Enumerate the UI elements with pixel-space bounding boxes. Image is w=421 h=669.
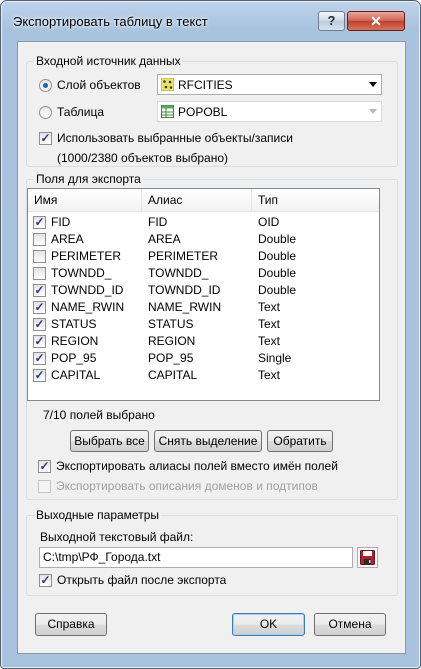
field-name-cell: FID bbox=[51, 215, 71, 229]
use-selected-checkbox[interactable]: ✓ bbox=[39, 132, 52, 145]
layer-radio[interactable] bbox=[39, 79, 52, 92]
field-name-cell: PERIMETER bbox=[51, 249, 122, 263]
field-checkbox[interactable]: ✓ bbox=[33, 318, 46, 331]
field-name-cell: REGION bbox=[51, 334, 99, 348]
field-alias-cell: PERIMETER bbox=[148, 249, 219, 263]
ok-button[interactable]: OK bbox=[232, 613, 305, 636]
open-after-export-label: Открыть файл после экспорта bbox=[57, 573, 227, 587]
field-checkbox[interactable] bbox=[33, 250, 46, 263]
layer-radio-label: Слой объектов bbox=[57, 78, 141, 92]
table-row[interactable]: AREA AREA Double bbox=[28, 231, 379, 248]
table-row[interactable]: ✓ REGION REGION Text bbox=[28, 333, 379, 350]
title-bar[interactable]: Экспортировать таблицу в текст ? ✕ bbox=[1, 1, 420, 41]
field-name-cell: NAME_RWIN bbox=[51, 300, 125, 314]
dialog-body: Входной источник данных Слой объектов RF… bbox=[17, 41, 406, 654]
field-type-cell: Text bbox=[258, 334, 281, 348]
help-title-button[interactable]: ? bbox=[318, 11, 345, 31]
field-type-cell: Double bbox=[258, 266, 297, 280]
table-row[interactable]: ✓ CAPITAL CAPITAL Text bbox=[28, 367, 379, 384]
dialog-window: Экспортировать таблицу в текст ? ✕ Входн… bbox=[0, 0, 421, 669]
save-file-button[interactable] bbox=[357, 547, 378, 568]
table-radio[interactable] bbox=[39, 106, 52, 119]
table-row[interactable]: PERIMETER PERIMETER Double bbox=[28, 248, 379, 265]
field-checkbox[interactable]: ✓ bbox=[33, 369, 46, 382]
cancel-button[interactable]: Отмена bbox=[314, 613, 386, 636]
table-radio-label: Таблица bbox=[57, 105, 105, 119]
fields-list-header: Имя Алиас Тип bbox=[28, 189, 379, 212]
table-row[interactable]: ✓ NAME_RWIN NAME_RWIN Text bbox=[28, 299, 379, 316]
field-alias-cell: AREA bbox=[148, 232, 181, 246]
field-checkbox[interactable]: ✓ bbox=[33, 335, 46, 348]
field-checkbox[interactable]: ✓ bbox=[33, 216, 46, 229]
layer-select[interactable]: RFCITIES bbox=[157, 74, 382, 95]
window-title: Экспортировать таблицу в текст bbox=[13, 14, 208, 29]
field-alias-cell: FID bbox=[148, 215, 168, 229]
field-checkbox[interactable]: ✓ bbox=[33, 352, 46, 365]
export-domains-label: Экспортировать описания доменов и подтип… bbox=[56, 479, 318, 493]
output-group: Выходные параметры Выходной текстовый фа… bbox=[26, 508, 398, 596]
chevron-down-icon bbox=[369, 82, 377, 87]
layer-select-value: RFCITIES bbox=[178, 78, 233, 92]
export-aliases-label: Экспортировать алиасы полей вместо имён … bbox=[56, 459, 338, 473]
output-file-label: Выходной текстовый файл: bbox=[40, 530, 194, 544]
table-row[interactable]: ✓ FID FID OID bbox=[28, 214, 379, 231]
output-file-input[interactable]: C:\tmp\РФ_Города.txt bbox=[39, 547, 353, 568]
use-selected-label: Использовать выбранные объекты/записи bbox=[57, 131, 293, 145]
table-row[interactable]: TOWNDD_ TOWNDD_ Double bbox=[28, 265, 379, 282]
field-type-cell: Single bbox=[258, 351, 292, 365]
field-checkbox[interactable]: ✓ bbox=[33, 301, 46, 314]
help-button[interactable]: Справка bbox=[35, 613, 107, 636]
field-alias-cell: REGION bbox=[148, 334, 196, 348]
table-row[interactable]: ✓ TOWNDD_ID TOWNDD_ID Double bbox=[28, 282, 379, 299]
field-name-cell: CAPITAL bbox=[51, 368, 101, 382]
point-layer-icon bbox=[161, 78, 174, 91]
input-source-group-label: Входной источник данных bbox=[34, 54, 183, 68]
column-header-name[interactable]: Имя bbox=[28, 189, 142, 212]
field-name-cell: AREA bbox=[51, 232, 84, 246]
table-select-value: POPOBL bbox=[178, 105, 228, 119]
chevron-down-icon bbox=[369, 109, 377, 114]
field-name-cell: POP_95 bbox=[51, 351, 97, 365]
field-alias-cell: NAME_RWIN bbox=[148, 300, 222, 314]
field-type-cell: Text bbox=[258, 368, 281, 382]
column-header-type[interactable]: Тип bbox=[252, 189, 379, 212]
fields-count-text: 7/10 полей выбрано bbox=[43, 408, 155, 422]
export-domains-checkbox[interactable] bbox=[38, 480, 51, 493]
input-source-group: Входной источник данных Слой объектов RF… bbox=[26, 54, 398, 167]
field-alias-cell: CAPITAL bbox=[148, 368, 198, 382]
field-type-cell: Text bbox=[258, 300, 281, 314]
field-checkbox[interactable] bbox=[33, 267, 46, 280]
field-type-cell: Double bbox=[258, 232, 297, 246]
field-type-cell: OID bbox=[258, 215, 280, 229]
field-type-cell: Double bbox=[258, 283, 297, 297]
field-name-cell: TOWNDD_ bbox=[51, 266, 112, 280]
fields-list[interactable]: Имя Алиас Тип ✓ FID FID OID AREA AREA Double PE… bbox=[27, 188, 380, 401]
invert-selection-button[interactable]: Обратить bbox=[267, 430, 333, 452]
field-name-cell: STATUS bbox=[51, 317, 97, 331]
field-alias-cell: STATUS bbox=[148, 317, 194, 331]
field-type-cell: Text bbox=[258, 317, 281, 331]
close-button[interactable]: ✕ bbox=[347, 11, 405, 31]
field-name-cell: TOWNDD_ID bbox=[51, 283, 124, 297]
field-checkbox[interactable]: ✓ bbox=[33, 284, 46, 297]
selected-count-info: (1000/2380 объектов выбрано) bbox=[57, 151, 229, 165]
field-alias-cell: POP_95 bbox=[148, 351, 194, 365]
field-checkbox[interactable] bbox=[33, 233, 46, 246]
field-alias-cell: TOWNDD_ bbox=[148, 266, 209, 280]
fields-group-label: Поля для экспорта bbox=[34, 172, 143, 186]
field-type-cell: Double bbox=[258, 249, 297, 263]
export-aliases-checkbox[interactable]: ✓ bbox=[38, 460, 51, 473]
floppy-disk-icon bbox=[360, 550, 375, 565]
field-alias-cell: TOWNDD_ID bbox=[148, 283, 221, 297]
output-group-label: Выходные параметры bbox=[34, 508, 162, 522]
column-header-alias[interactable]: Алиас bbox=[142, 189, 252, 212]
table-select[interactable]: POPOBL bbox=[157, 101, 382, 122]
clear-selection-button[interactable]: Снять выделение bbox=[154, 430, 262, 452]
select-all-button[interactable]: Выбрать все bbox=[70, 430, 149, 452]
table-row[interactable]: ✓ STATUS STATUS Text bbox=[28, 316, 379, 333]
open-after-export-checkbox[interactable]: ✓ bbox=[39, 574, 52, 587]
table-icon bbox=[161, 105, 174, 118]
table-row[interactable]: ✓ POP_95 POP_95 Single bbox=[28, 350, 379, 367]
